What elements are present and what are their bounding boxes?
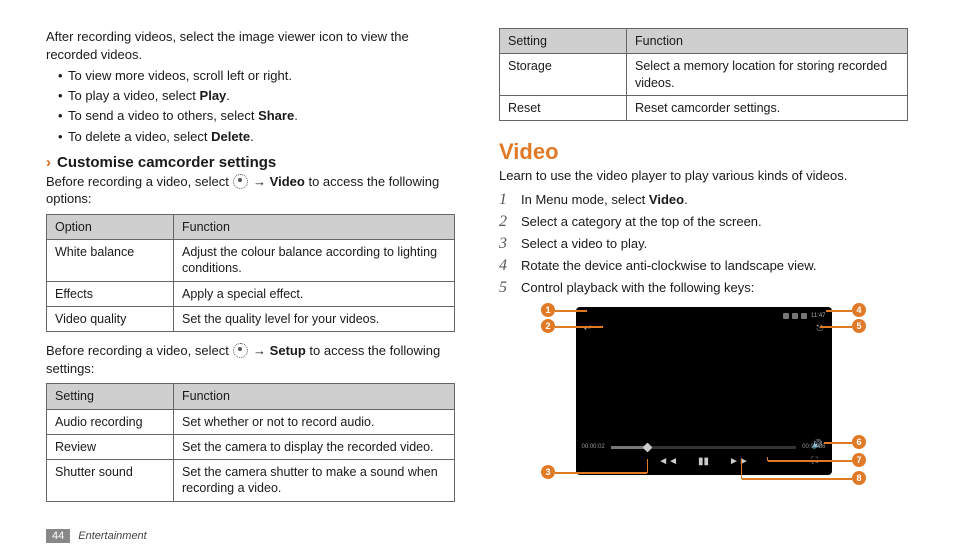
callout-8: 8 bbox=[852, 471, 866, 485]
callout-3: 3 bbox=[541, 465, 555, 479]
settings-table-continued: SettingFunction StorageSelect a memory l… bbox=[499, 28, 908, 121]
table-cell: Apply a special effect. bbox=[174, 281, 455, 306]
clock-text: 11:47 bbox=[811, 313, 826, 319]
next-icon: ►► bbox=[729, 456, 749, 467]
callout-5: 5 bbox=[852, 319, 866, 333]
table-cell: Shutter sound bbox=[47, 460, 174, 502]
step-5: Control playback with the following keys… bbox=[499, 279, 908, 297]
table-cell: Review bbox=[47, 434, 174, 459]
pause-icon: ▮▮ bbox=[698, 456, 709, 467]
table-cell: Video quality bbox=[47, 306, 174, 331]
status-icons bbox=[783, 313, 807, 319]
section-intro: Learn to use the video player to play va… bbox=[499, 167, 908, 185]
settings2-th-function: Function bbox=[627, 29, 908, 54]
volume-icon: 🔊 bbox=[812, 439, 822, 449]
seek-knob bbox=[643, 443, 653, 453]
prev-icon: ◄◄ bbox=[658, 456, 678, 467]
callout-lead bbox=[824, 442, 852, 443]
step-1: In Menu mode, select Video. bbox=[499, 191, 908, 209]
table-cell: Set whether or not to record audio. bbox=[174, 409, 455, 434]
video-steps: In Menu mode, select Video. Select a cat… bbox=[499, 191, 908, 298]
callout-lead bbox=[820, 326, 852, 327]
seek-bar bbox=[611, 446, 796, 449]
bullet-scroll: To view more videos, scroll left or righ… bbox=[58, 67, 455, 85]
left-column: After recording videos, select the image… bbox=[46, 28, 455, 512]
step-2: Select a category at the top of the scre… bbox=[499, 213, 908, 231]
callout-1: 1 bbox=[541, 303, 555, 317]
options-th-function: Function bbox=[174, 214, 455, 239]
post-record-actions: To view more videos, scroll left or righ… bbox=[46, 67, 455, 146]
chevron-icon: › bbox=[46, 154, 51, 171]
step-3: Select a video to play. bbox=[499, 235, 908, 253]
options-intro: Before recording a video, select → Video… bbox=[46, 173, 455, 208]
callout-lead bbox=[742, 478, 852, 479]
settings-intro: Before recording a video, select → Setup… bbox=[46, 342, 455, 377]
progress-bar: 00:00:02 00:00:36 bbox=[582, 444, 826, 450]
callout-lead bbox=[767, 457, 768, 461]
bullet-play: To play a video, select Play. bbox=[58, 87, 455, 105]
footer-section: Entertainment bbox=[78, 530, 146, 542]
table-cell: Audio recording bbox=[47, 409, 174, 434]
table-cell: Set the camera shutter to make a sound w… bbox=[174, 460, 455, 502]
bullet-delete: To delete a video, select Delete. bbox=[58, 128, 455, 146]
page-number: 44 bbox=[46, 529, 70, 543]
table-cell: Reset camcorder settings. bbox=[627, 95, 908, 120]
table-cell: Storage bbox=[500, 54, 627, 96]
callout-lead bbox=[741, 459, 742, 479]
table-cell: Reset bbox=[500, 95, 627, 120]
right-column: SettingFunction StorageSelect a memory l… bbox=[499, 28, 908, 512]
page-footer: 44 Entertainment bbox=[46, 529, 147, 543]
intro-text: After recording videos, select the image… bbox=[46, 28, 455, 63]
video-player-figure: 1 2 3 11:47 ↩ ⎋ bbox=[499, 307, 908, 475]
gear-icon bbox=[233, 343, 248, 358]
callout-lead bbox=[555, 472, 647, 473]
subheading-customise: › Customise camcorder settings bbox=[46, 154, 455, 171]
table-cell: Select a memory location for storing rec… bbox=[627, 54, 908, 96]
back-icon: ↩ bbox=[584, 323, 592, 334]
gear-icon bbox=[233, 174, 248, 189]
settings-table: SettingFunction Audio recordingSet wheth… bbox=[46, 383, 455, 501]
settings-th-function: Function bbox=[174, 384, 455, 409]
settings-th-setting: Setting bbox=[47, 384, 174, 409]
time-elapsed: 00:00:02 bbox=[582, 444, 605, 450]
callout-lead bbox=[768, 460, 852, 461]
subheading-text: Customise camcorder settings bbox=[57, 154, 276, 171]
callout-lead bbox=[647, 459, 648, 473]
options-table: OptionFunction White balanceAdjust the c… bbox=[46, 214, 455, 332]
callout-lead bbox=[555, 310, 587, 311]
table-cell: Adjust the colour balance according to l… bbox=[174, 240, 455, 282]
callout-2: 2 bbox=[541, 319, 555, 333]
table-cell: White balance bbox=[47, 240, 174, 282]
bullet-share: To send a video to others, select Share. bbox=[58, 107, 455, 125]
video-canvas bbox=[582, 334, 826, 444]
section-heading-video: Video bbox=[499, 139, 908, 165]
callout-4: 4 bbox=[852, 303, 866, 317]
callout-lead bbox=[555, 326, 603, 327]
callout-7: 7 bbox=[852, 453, 866, 467]
player-title bbox=[582, 313, 584, 319]
callout-6: 6 bbox=[852, 435, 866, 449]
video-player-mock: 11:47 ↩ ⎋ 00:00:02 00:00:36 ◄◄ ▮▮ ►► bbox=[576, 307, 832, 475]
options-th-option: Option bbox=[47, 214, 174, 239]
table-cell: Effects bbox=[47, 281, 174, 306]
table-cell: Set the quality level for your videos. bbox=[174, 306, 455, 331]
step-4: Rotate the device anti-clockwise to land… bbox=[499, 257, 908, 275]
share-icon: ⎋ bbox=[816, 323, 823, 334]
table-cell: Set the camera to display the recorded v… bbox=[174, 434, 455, 459]
settings2-th-setting: Setting bbox=[500, 29, 627, 54]
callout-lead bbox=[826, 310, 852, 311]
